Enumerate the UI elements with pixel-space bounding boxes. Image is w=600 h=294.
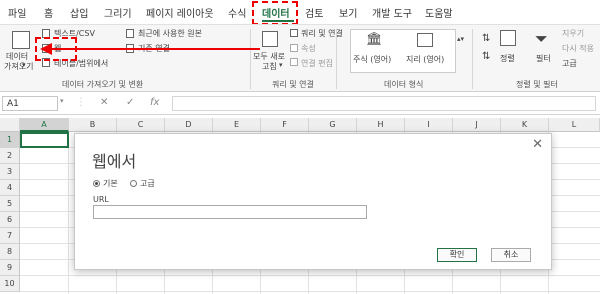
enter-icon[interactable]: ✓ (126, 97, 134, 108)
properties-icon (290, 44, 298, 52)
insert-function-icon[interactable]: fx (150, 97, 159, 108)
sort-filter-group-label: 정렬 및 필터 (516, 80, 558, 89)
column-header-h[interactable]: H (357, 118, 405, 132)
edit-links-button[interactable]: 연결 편집 (301, 58, 333, 69)
row-header-6[interactable]: 6 (0, 212, 20, 228)
radio-selected-icon[interactable] (93, 180, 100, 187)
row-header-2[interactable]: 2 (0, 148, 20, 164)
arrow-line (52, 48, 260, 50)
tab-review[interactable]: 검토 (305, 5, 323, 20)
advanced-button[interactable]: 고급 (562, 58, 577, 69)
arrow-head-icon (40, 43, 52, 55)
get-data-group-label: 데이터 가져오기 및 변환 (62, 80, 144, 89)
dialog-title: 웹에서 (92, 152, 137, 171)
data-tab-highlight (252, 1, 298, 25)
tab-draw[interactable]: 그리기 (104, 5, 132, 20)
column-header-l[interactable]: L (549, 118, 600, 132)
ribbon: 데이터 가져오기 ▾ 텍스트/CSV 웹 테이블/범위에서 최근에 사용한 원본… (0, 24, 600, 92)
column-header-k[interactable]: K (501, 118, 549, 132)
url-label: URL (93, 195, 109, 204)
name-box-dropdown-icon[interactable]: ▾ (60, 97, 64, 105)
reapply-button[interactable]: 다시 적용 (562, 43, 594, 54)
radio-advanced-label: 고급 (140, 179, 155, 188)
properties-button[interactable]: 속성 (301, 43, 316, 54)
row-header-3[interactable]: 3 (0, 164, 20, 180)
geography-button[interactable]: 지리 (영어) (406, 54, 444, 65)
refresh-icon (262, 31, 278, 47)
clear-button[interactable]: 지우기 (562, 28, 584, 39)
radio-basic[interactable]: 기본 (93, 178, 118, 189)
sort-icon (500, 30, 516, 46)
tab-formulas[interactable]: 수식 (228, 5, 246, 20)
radio-basic-label: 기본 (103, 179, 118, 188)
tab-help[interactable]: 도움말 (425, 5, 453, 20)
bank-icon: 🏛 (366, 32, 383, 47)
more-options-icon: ⋮ (76, 97, 86, 108)
group-separator (472, 29, 473, 89)
group-separator (336, 29, 337, 89)
group-separator (250, 29, 251, 89)
tab-file[interactable]: 파일 (8, 5, 26, 20)
name-box[interactable]: A1 (2, 96, 58, 111)
chevron-down-icon: ▾ (22, 61, 26, 69)
refresh-all-label-2[interactable]: 고침 (262, 61, 277, 72)
column-header-e[interactable]: E (213, 118, 261, 132)
column-header-f[interactable]: F (261, 118, 309, 132)
ok-button[interactable]: 확인 (437, 248, 477, 262)
column-header-g[interactable]: G (309, 118, 357, 132)
get-data-icon (12, 31, 30, 49)
from-web-dialog: ✕ 웹에서 기본 고급 URL 확인 취소 (74, 133, 552, 270)
formula-input[interactable] (172, 96, 596, 111)
column-header-d[interactable]: D (165, 118, 213, 132)
recent-sources-icon (126, 29, 134, 38)
tab-insert[interactable]: 삽입 (70, 5, 88, 20)
cancel-button[interactable]: 취소 (491, 248, 531, 262)
close-icon[interactable]: ✕ (532, 137, 543, 152)
data-types-group-label: 데이터 형식 (384, 80, 424, 89)
tab-developer[interactable]: 개발 도구 (372, 5, 412, 20)
radio-advanced[interactable]: 고급 (130, 178, 155, 189)
edit-links-icon (290, 58, 298, 66)
row-header-4[interactable]: 4 (0, 180, 20, 196)
chevron-down-icon: ▾ (279, 61, 283, 69)
ribbon-tabs: 파일 홈 삽입 그리기 페이지 레이아웃 수식 데이터 검토 보기 개발 도구 … (0, 0, 600, 24)
tab-home[interactable]: 홈 (44, 5, 53, 20)
stocks-button[interactable]: 주식 (영어) (353, 54, 391, 65)
tab-view[interactable]: 보기 (339, 5, 357, 20)
sort-az-icon[interactable]: ⇅ (482, 33, 490, 44)
recent-sources-button[interactable]: 최근에 사용한 원본 (138, 28, 202, 39)
select-all-corner[interactable] (0, 118, 20, 132)
formula-bar: A1 ▾ ⋮ ✕ ✓ fx (0, 94, 600, 115)
row-header-10[interactable]: 10 (0, 276, 20, 292)
filter-icon: ⏷ (535, 29, 548, 48)
get-data-label-2[interactable]: 가져오기 (4, 61, 33, 72)
active-cell-a1[interactable] (20, 132, 69, 148)
column-header-b[interactable]: B (69, 118, 117, 132)
queries-group-label: 쿼리 및 연결 (272, 80, 314, 89)
tab-page-layout[interactable]: 페이지 레이아웃 (146, 5, 214, 20)
row-header-8[interactable]: 8 (0, 244, 20, 260)
column-header-j[interactable]: J (453, 118, 501, 132)
row-header-1[interactable]: 1 (0, 132, 20, 148)
cancel-icon[interactable]: ✕ (100, 97, 108, 108)
sort-za-icon[interactable]: ⇅ (482, 51, 490, 62)
column-header-c[interactable]: C (117, 118, 165, 132)
map-icon (417, 33, 433, 47)
queries-icon (290, 29, 298, 37)
radio-unselected-icon[interactable] (130, 180, 137, 187)
row-header-5[interactable]: 5 (0, 196, 20, 212)
column-header-i[interactable]: I (405, 118, 453, 132)
row-header-7[interactable]: 7 (0, 228, 20, 244)
url-input[interactable] (93, 205, 367, 219)
sort-button[interactable]: 정렬 (500, 53, 515, 64)
column-header-a[interactable]: A (20, 118, 69, 132)
gallery-scroll-icon[interactable]: ▴▾ (457, 35, 464, 43)
grid-line (68, 132, 69, 294)
grid-line (20, 275, 600, 276)
grid-line (20, 291, 600, 292)
row-header-9[interactable]: 9 (0, 260, 20, 276)
filter-button[interactable]: 필터 (536, 53, 551, 64)
